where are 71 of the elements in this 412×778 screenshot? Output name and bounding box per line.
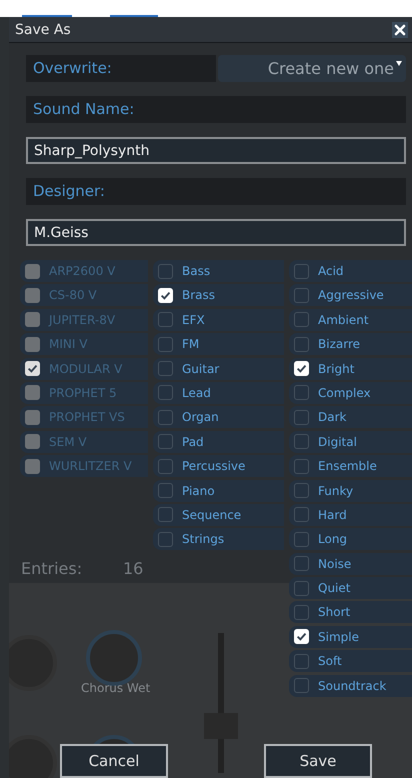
checkbox[interactable] — [294, 556, 309, 572]
tag-checkbox-item[interactable]: Short — [289, 601, 412, 624]
close-icon[interactable] — [392, 22, 408, 38]
tag-checkbox-item[interactable]: Lead — [153, 382, 284, 404]
checkbox[interactable] — [294, 678, 309, 694]
checkbox[interactable] — [294, 288, 309, 303]
checkbox[interactable] — [294, 604, 309, 620]
checkbox[interactable] — [158, 532, 173, 547]
tag-checkbox-item[interactable]: Brass — [153, 284, 284, 306]
checkbox[interactable] — [294, 483, 309, 498]
tag-checkbox-item[interactable]: Funky — [289, 480, 412, 502]
cancel-button[interactable]: Cancel — [60, 744, 168, 778]
tag-checkbox-item[interactable]: Organ — [153, 406, 284, 428]
tag-checkbox-item[interactable]: Long — [289, 528, 412, 550]
checkbox[interactable] — [158, 410, 173, 425]
checkbox[interactable] — [294, 654, 309, 669]
tag-checkbox-item[interactable]: Acid — [289, 260, 412, 282]
tag-checkbox-item[interactable]: Bright — [289, 358, 412, 380]
checkbox[interactable] — [158, 336, 173, 352]
tag-checkbox-item[interactable]: Digital — [289, 430, 412, 453]
save-button[interactable]: Save — [264, 744, 372, 778]
tag-checkbox-item[interactable]: Strings — [153, 528, 284, 550]
checkbox[interactable] — [294, 580, 309, 596]
sound-name-label: Sound Name: — [26, 96, 406, 123]
checkbox[interactable] — [158, 458, 173, 474]
checkbox[interactable] — [158, 507, 173, 522]
checkbox[interactable] — [294, 385, 309, 400]
overwrite-label: Overwrite: — [26, 55, 216, 82]
checkbox[interactable] — [294, 410, 309, 425]
checkbox[interactable] — [294, 434, 309, 450]
caret-icon — [396, 61, 402, 66]
tag-checkbox-item[interactable]: Hard — [289, 504, 412, 526]
sound-name-field[interactable]: Sharp_Polysynth — [26, 137, 406, 164]
tag-checkbox-item[interactable]: Dark — [289, 406, 412, 428]
tag-checkbox-item[interactable]: Soft — [289, 650, 412, 672]
tag-checkbox-item[interactable]: Aggressive — [289, 284, 412, 306]
tag-checkbox-item[interactable]: Noise — [289, 552, 412, 575]
checkbox[interactable] — [158, 385, 173, 400]
checkbox[interactable] — [158, 361, 173, 376]
entries-count: 16 — [123, 559, 144, 578]
checkbox[interactable] — [294, 507, 309, 522]
overwrite-dropdown[interactable]: Create new one — [218, 55, 406, 82]
tag-checkbox-item[interactable]: Piano — [153, 480, 284, 502]
tag-checkbox-item[interactable]: EFX — [153, 308, 284, 331]
tag-checkbox-item[interactable]: Simple — [289, 626, 412, 648]
checkbox[interactable] — [294, 264, 309, 278]
tag-checkbox-item[interactable]: Percussive — [153, 455, 284, 478]
tag-checkbox-item[interactable]: Pad — [153, 430, 284, 453]
designer-field[interactable]: M.Geiss — [26, 219, 406, 246]
checkbox[interactable] — [294, 458, 309, 474]
checkbox[interactable] — [294, 312, 309, 328]
checkbox[interactable] — [158, 312, 173, 328]
checkbox[interactable] — [294, 336, 309, 352]
tag-checkbox-item[interactable]: Complex — [289, 382, 412, 404]
checkbox[interactable] — [158, 264, 173, 278]
knob-label: Chorus Wet — [81, 681, 150, 695]
tag-checkbox-item[interactable]: Quiet — [289, 577, 412, 600]
tag-checkbox-item[interactable]: Soundtrack — [289, 674, 412, 697]
checkbox[interactable] — [158, 434, 173, 450]
designer-label: Designer: — [26, 178, 406, 205]
tag-checkbox-item[interactable]: Ensemble — [289, 455, 412, 478]
checkbox[interactable] — [158, 483, 173, 498]
entries-label: Entries: — [21, 559, 82, 578]
tag-checkbox-item[interactable]: Sequence — [153, 504, 284, 526]
tag-checkbox-item[interactable]: Guitar — [153, 358, 284, 380]
tag-checkbox-item[interactable]: Ambient — [289, 308, 412, 331]
dialog-title: Save As — [15, 22, 71, 38]
tag-checkbox-item[interactable]: Bizarre — [289, 333, 412, 356]
tag-checkbox-item[interactable]: Bass — [153, 260, 284, 282]
tag-checkbox-item[interactable]: FM — [153, 333, 284, 356]
checkbox[interactable] — [294, 532, 309, 547]
